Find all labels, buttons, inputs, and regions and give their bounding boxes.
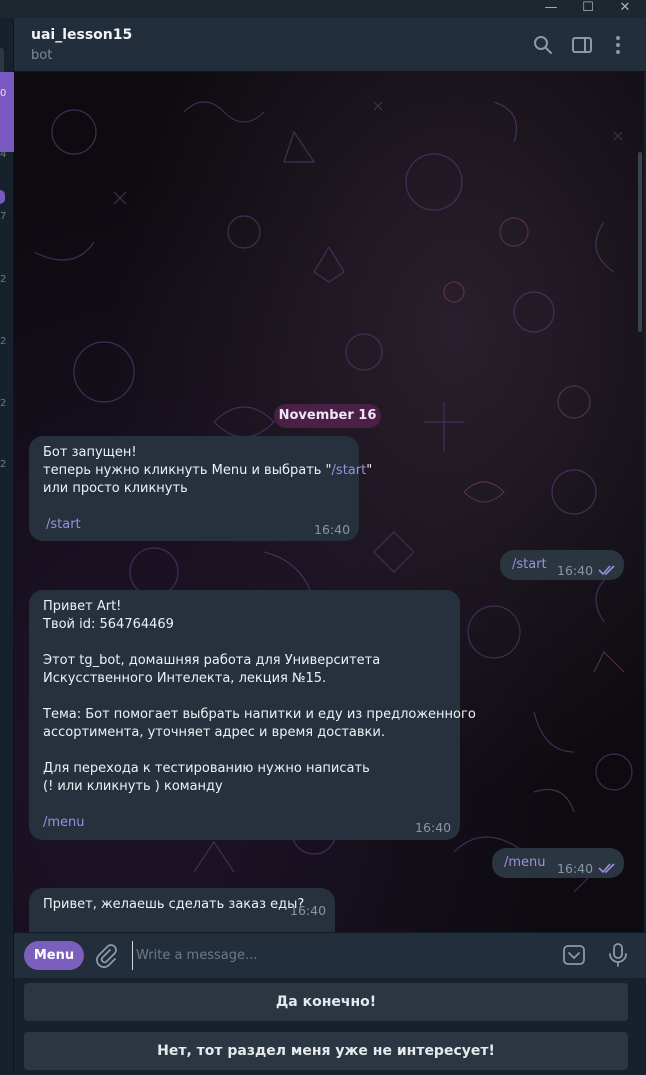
unread-count: 2 <box>0 398 7 409</box>
chat-list-selected-item[interactable] <box>0 72 14 152</box>
window-titlebar: — ☐ ✕ <box>0 0 646 18</box>
maximize-button[interactable]: ☐ <box>573 0 603 18</box>
unread-count: 2 <box>0 459 7 470</box>
chat-title[interactable]: uai_lesson15 <box>31 27 132 43</box>
incoming-message: Привет Art! Твой id: 564764469 Этот tg_b… <box>29 590 476 840</box>
sidebar-toggle-icon[interactable] <box>570 33 594 57</box>
message-time: 16:40 <box>557 563 594 578</box>
chat-subtitle: bot <box>31 48 53 63</box>
search-icon[interactable] <box>531 33 555 57</box>
message-text: (! или кликнуть ) команду <box>43 779 223 794</box>
command-link[interactable]: /start <box>46 516 81 534</box>
command-link[interactable]: /menu <box>43 814 85 832</box>
command-link[interactable]: /start <box>332 463 367 478</box>
bot-keyboard-icon[interactable] <box>561 942 587 968</box>
keyboard-button-yes[interactable]: Да конечно! <box>24 983 628 1021</box>
chat-scrollbar[interactable] <box>638 152 642 332</box>
chat-list-sliver: 0 4 7 2 2 2 2 <box>0 18 14 1075</box>
unread-count: 0 <box>0 88 7 99</box>
incoming-message: Бот запущен! теперь нужно кликнуть Menu … <box>29 436 372 541</box>
microphone-icon[interactable] <box>605 942 631 968</box>
attach-icon[interactable] <box>93 942 119 968</box>
message-text: ассортимента, уточняет адрес и время дос… <box>43 725 385 740</box>
unread-count: 2 <box>0 336 7 347</box>
message-time: 16:40 <box>557 861 594 876</box>
message-text: Для перехода к тестированию нужно написа… <box>43 761 370 776</box>
message-text: или просто кликнуть <box>43 481 188 496</box>
bot-menu-button[interactable]: Menu <box>24 941 84 970</box>
message-text: Тема: Бот помогает выбрать напитки и еду… <box>43 707 476 722</box>
date-separator: November 16 <box>274 404 381 428</box>
incoming-message: Привет, желаешь сделать заказ еды? 16:40 <box>29 888 335 932</box>
unread-count: 4 <box>0 149 7 160</box>
message-input[interactable] <box>132 941 552 970</box>
outgoing-message: /menu 16:40 <box>492 848 624 878</box>
message-text: Привет, желаешь сделать заказ еды? <box>43 897 305 912</box>
message-time: 16:40 <box>415 820 452 835</box>
message-text: Искусственного Интелекта, лекция №15. <box>43 671 327 686</box>
message-text: Бот запущен! <box>43 445 137 460</box>
keyboard-button-no[interactable]: Нет, тот раздел меня уже не интересует! <box>24 1032 628 1070</box>
minimize-button[interactable]: — <box>536 0 566 18</box>
message-text[interactable]: /menu <box>504 854 546 872</box>
more-vertical-icon[interactable] <box>606 33 630 57</box>
reply-keyboard: Да конечно! Нет, тот раздел меня уже не … <box>14 978 646 1075</box>
chat-header: uai_lesson15 bot <box>14 18 646 72</box>
message-text: Привет Art! <box>43 599 122 614</box>
unread-count: 7 <box>0 211 7 222</box>
message-text: Твой id: 564764469 <box>43 617 174 632</box>
unread-badge <box>0 190 5 204</box>
read-checkmarks-icon <box>598 565 615 576</box>
message-composer: Menu <box>14 932 646 978</box>
message-text[interactable]: /start <box>512 556 547 574</box>
message-text: теперь нужно кликнуть Menu и выбрать "/s… <box>43 463 373 478</box>
message-time: 16:40 <box>290 903 327 918</box>
outgoing-message: /start 16:40 <box>500 550 624 580</box>
message-text: Этот tg_bot, домашняя работа для Универс… <box>43 653 381 668</box>
read-checkmarks-icon <box>598 863 615 874</box>
close-window-button[interactable]: ✕ <box>610 0 640 18</box>
message-time: 16:40 <box>314 522 351 537</box>
unread-count: 2 <box>0 274 7 285</box>
